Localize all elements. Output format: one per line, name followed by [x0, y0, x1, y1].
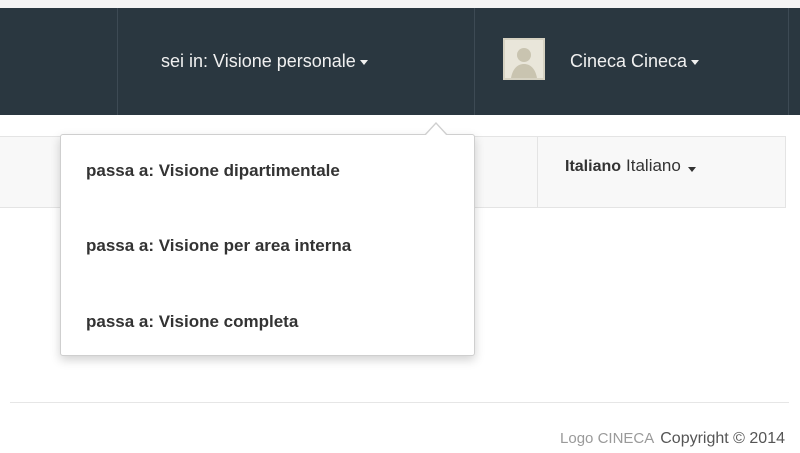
chevron-down-icon: [359, 60, 368, 65]
view-switcher-label: sei in: Visione personale: [161, 51, 356, 71]
user-name: Cineca Cineca: [570, 51, 688, 71]
user-menu-toggle[interactable]: Cineca Cineca: [570, 8, 700, 115]
page: sei in: Visione personale Cineca Cineca …: [0, 0, 800, 453]
menu-item-visione-completa[interactable]: passa a: Visione completa: [86, 312, 298, 332]
cineca-logo[interactable]: Logo CINECA: [560, 430, 654, 447]
chevron-down-icon: [687, 167, 696, 172]
secondary-bar-divider: [537, 136, 538, 208]
avatar[interactable]: [503, 38, 545, 80]
navbar-divider: [474, 8, 475, 115]
navbar-divider: [788, 8, 789, 115]
footer: Logo CINECA Copyright © 2014: [560, 430, 785, 448]
language-selector-label: Italiano: [626, 156, 681, 175]
copyright-text: Copyright © 2014: [660, 430, 785, 447]
current-language: Italiano: [565, 158, 622, 175]
language-selector[interactable]: Italiano Italiano: [565, 156, 696, 186]
menu-item-visione-dipartimentale[interactable]: passa a: Visione dipartimentale: [86, 161, 340, 181]
footer-divider: [10, 402, 789, 403]
view-switcher-toggle[interactable]: sei in: Visione personale: [161, 8, 368, 115]
navbar-divider: [117, 8, 118, 115]
user-placeholder-icon: [505, 40, 543, 78]
menu-item-visione-area-interna[interactable]: passa a: Visione per area interna: [86, 236, 351, 256]
dropdown-pointer-fill: [425, 124, 447, 136]
chevron-down-icon: [691, 60, 700, 65]
view-switcher-menu: passa a: Visione dipartimentale passa a:…: [60, 134, 475, 356]
top-strip: [0, 0, 800, 8]
